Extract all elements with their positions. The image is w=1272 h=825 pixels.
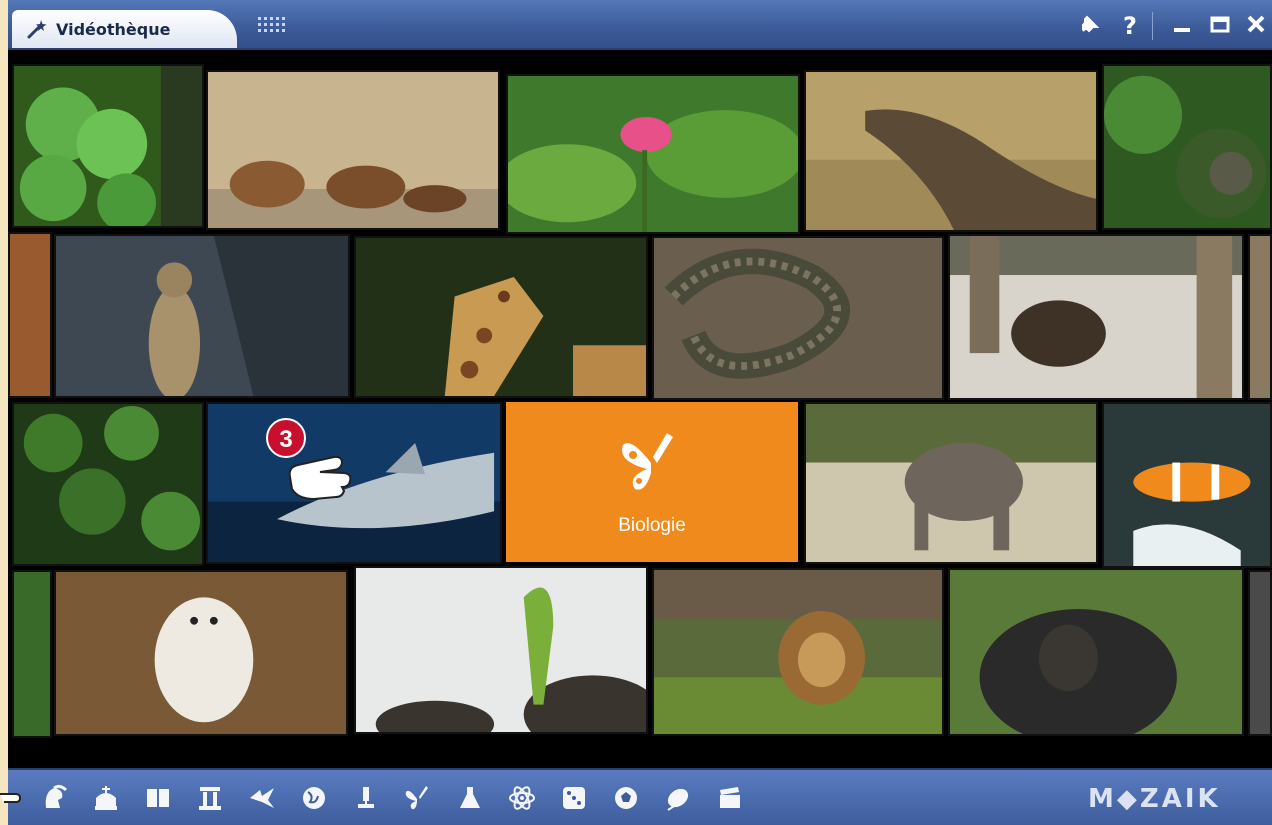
tile-elephant[interactable]	[804, 402, 1098, 564]
tile-lotus[interactable]	[506, 74, 800, 234]
grid-icon[interactable]	[258, 17, 288, 33]
tile-jungle[interactable]	[1102, 64, 1272, 230]
tile-giraffe[interactable]	[354, 236, 648, 398]
mozaik-logo: M◆ZAIK	[1088, 784, 1221, 814]
tile-gorilla[interactable]	[948, 568, 1244, 736]
tile-partial-right[interactable]	[1248, 234, 1272, 400]
tile-snowy-owl[interactable]	[54, 570, 348, 736]
flask-icon[interactable]	[452, 780, 488, 816]
category-toolbar: M◆ZAIK	[8, 768, 1272, 825]
biologie-label: Biologie	[618, 515, 686, 536]
tile-clownfish[interactable]	[1102, 402, 1272, 568]
hand-pointer-icon	[0, 793, 22, 803]
tile-goats[interactable]	[206, 70, 500, 230]
tile-partial-left[interactable]	[8, 232, 52, 398]
help-icon[interactable]: ?	[1114, 12, 1146, 40]
tile-partial-left-2[interactable]	[12, 570, 52, 738]
mouse-icon[interactable]	[660, 780, 696, 816]
video-wall: Biologie 3	[8, 50, 1272, 768]
close-icon[interactable]	[1240, 12, 1272, 40]
ball-icon[interactable]	[608, 780, 644, 816]
crown-icon[interactable]	[88, 780, 124, 816]
tile-meerkat[interactable]	[54, 234, 350, 398]
tile-lion[interactable]	[652, 568, 944, 736]
tile-snake[interactable]	[652, 236, 944, 400]
atom-icon[interactable]	[504, 780, 540, 816]
dice-icon[interactable]	[556, 780, 592, 816]
microscope-icon[interactable]	[348, 780, 384, 816]
tile-bison[interactable]	[948, 234, 1244, 400]
globe-icon[interactable]	[296, 780, 332, 816]
title-bar: Vidéothèque ?	[8, 0, 1272, 50]
maximize-icon[interactable]	[1204, 12, 1236, 40]
tile-partial-right-2[interactable]	[1248, 570, 1272, 736]
title-separator	[1152, 12, 1153, 40]
clapperboard-icon[interactable]	[712, 780, 748, 816]
column-icon[interactable]	[192, 780, 228, 816]
bird-icon[interactable]	[244, 780, 280, 816]
pointing-hand-icon	[288, 455, 352, 501]
tab-videotheque[interactable]: Vidéothèque	[12, 10, 237, 48]
tile-ivy[interactable]	[12, 402, 204, 566]
app-window: Vidéothèque ? Biologie 3 M◆ZAIK	[8, 0, 1272, 825]
book-icon[interactable]	[140, 780, 176, 816]
tile-biologie[interactable]: Biologie	[506, 402, 798, 562]
tile-sprout[interactable]	[354, 566, 648, 734]
butterfly-icon	[622, 433, 673, 490]
tile-clover[interactable]	[12, 64, 204, 228]
butterfly-icon[interactable]	[400, 780, 436, 816]
minimize-icon[interactable]	[1166, 12, 1198, 40]
helmet-icon[interactable]	[36, 780, 72, 816]
pin-icon[interactable]	[1074, 12, 1106, 40]
tile-komodo-dragon[interactable]	[804, 70, 1098, 232]
wand-icon	[27, 20, 47, 39]
window-title: Vidéothèque	[56, 19, 171, 39]
